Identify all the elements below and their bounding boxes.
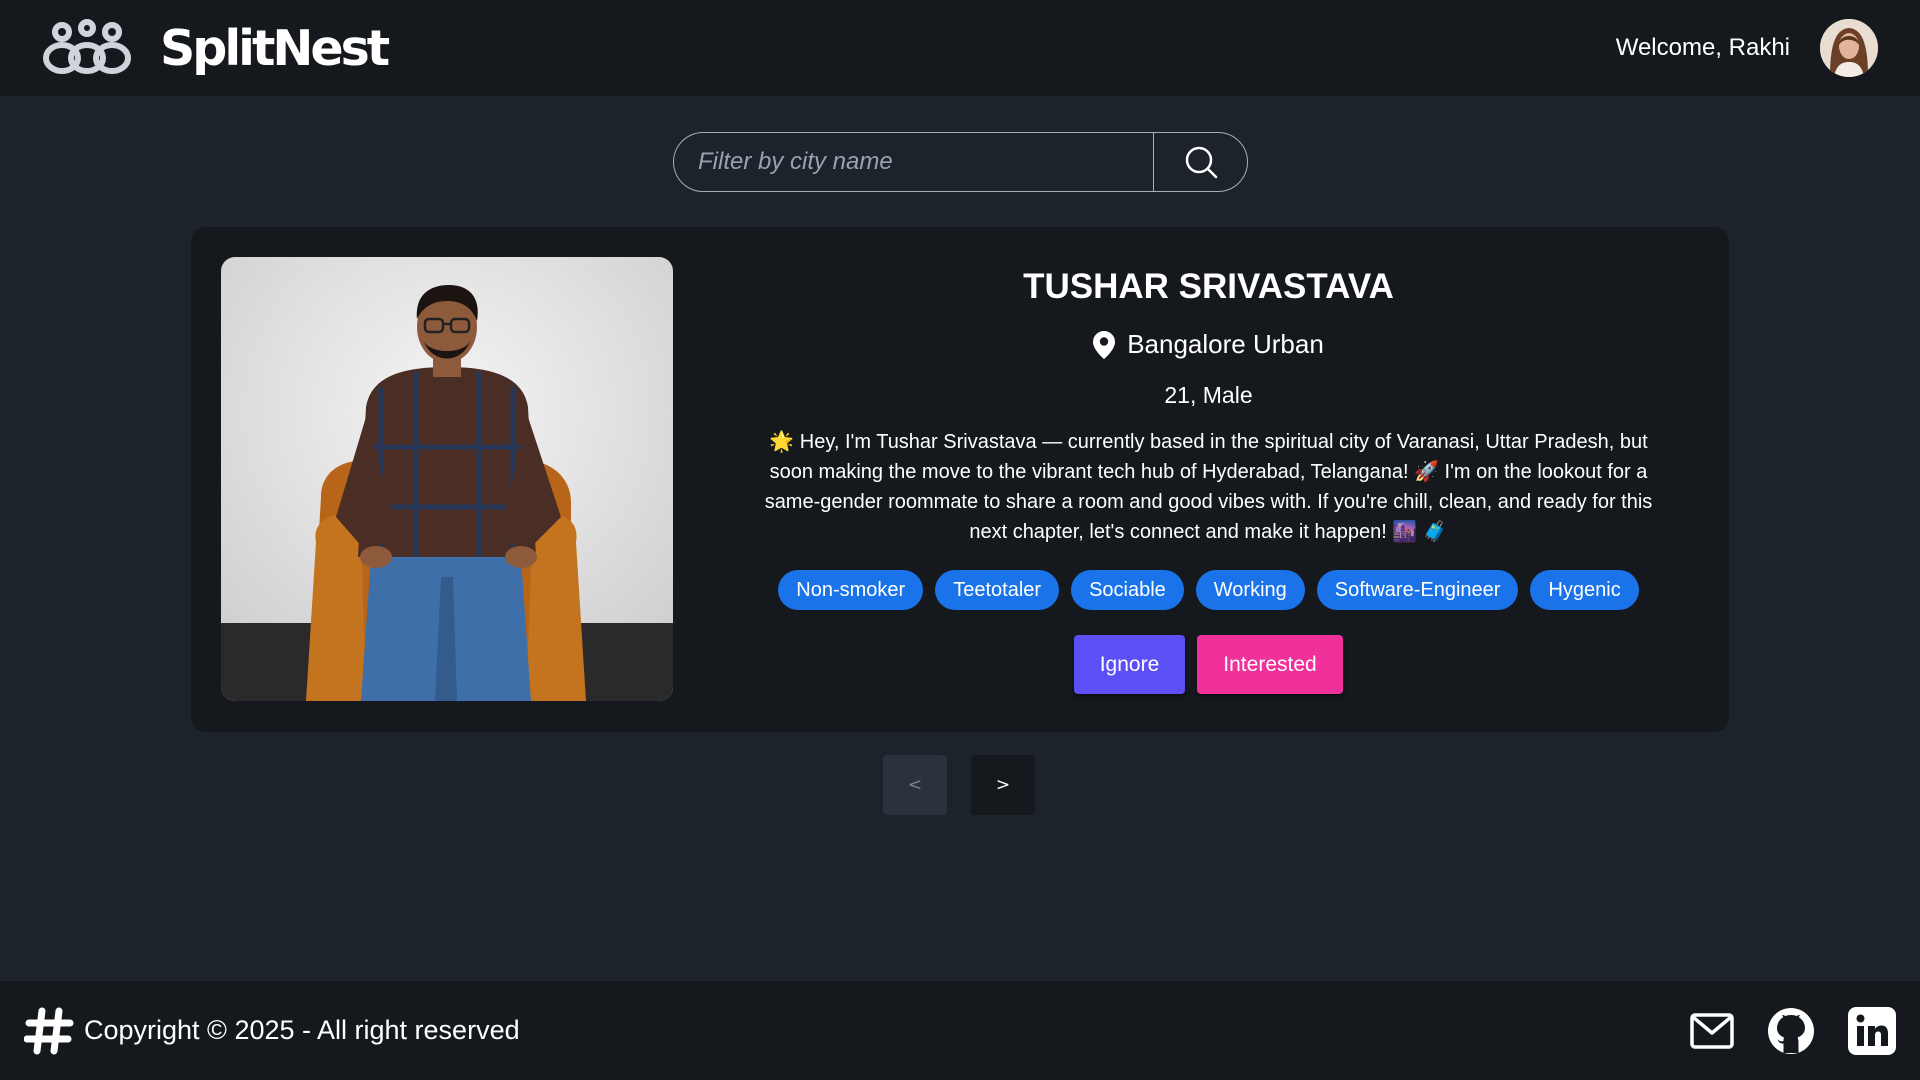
brand[interactable]: SplitNest <box>40 18 390 78</box>
mail-icon[interactable] <box>1690 1012 1734 1049</box>
city-search <box>673 132 1248 192</box>
footer-branding: Copyright © 2025 - All right reserved <box>24 1006 520 1056</box>
welcome-text: Welcome, Rakhi <box>1615 34 1790 61</box>
profile-name: TUSHAR SRIVASTAVA <box>1023 267 1394 306</box>
profile-age-gender: 21, Male <box>1164 382 1253 408</box>
interested-button[interactable]: Interested <box>1197 635 1343 694</box>
avatar[interactable] <box>1820 19 1878 77</box>
tag-working: Working <box>1195 570 1305 610</box>
search-button[interactable] <box>1153 132 1248 192</box>
hash-icon <box>24 1007 74 1054</box>
pagination: < > <box>883 755 1035 815</box>
tag-teetotaler: Teetotaler <box>935 570 1060 610</box>
profile-info: TUSHAR SRIVASTAVA Bangalore Urban 21, Ma… <box>746 227 1671 732</box>
profile-tags: Non-smoker Teetotaler Sociable Working S… <box>746 570 1671 610</box>
brand-name: SplitNest <box>160 19 390 77</box>
next-page-button[interactable]: > <box>971 755 1035 815</box>
profile-location: Bangalore Urban <box>746 329 1671 360</box>
profile-actions: Ignore Interested <box>746 635 1671 694</box>
github-icon[interactable] <box>1766 1006 1816 1056</box>
social-links <box>1690 1006 1896 1056</box>
profile-photo <box>221 257 673 701</box>
location-text: Bangalore Urban <box>1127 329 1324 359</box>
search-icon <box>1185 146 1217 179</box>
copyright-text: Copyright © 2025 - All right reserved <box>84 1015 520 1045</box>
prev-page-button[interactable]: < <box>883 755 947 815</box>
profile-bio: 🌟 Hey, I'm Tushar Srivastava — currently… <box>764 431 1653 543</box>
brand-logo-icon <box>43 19 131 74</box>
tag-non-smoker: Non-smoker <box>778 570 924 610</box>
profile-card: TUSHAR SRIVASTAVA Bangalore Urban 21, Ma… <box>191 227 1729 732</box>
footer: Copyright © 2025 - All right reserved <box>0 981 1920 1080</box>
city-search-input[interactable] <box>673 132 1153 192</box>
tag-sociable: Sociable <box>1071 570 1184 610</box>
linkedin-icon[interactable] <box>1848 1006 1896 1055</box>
tag-software-engineer: Software-Engineer <box>1316 570 1519 610</box>
tag-hygenic: Hygenic <box>1530 570 1639 610</box>
ignore-button[interactable]: Ignore <box>1074 635 1185 694</box>
map-pin-icon <box>1093 330 1116 359</box>
user-area: Welcome, Rakhi <box>1616 19 1878 77</box>
navbar: SplitNest Welcome, Rakhi <box>0 0 1920 96</box>
